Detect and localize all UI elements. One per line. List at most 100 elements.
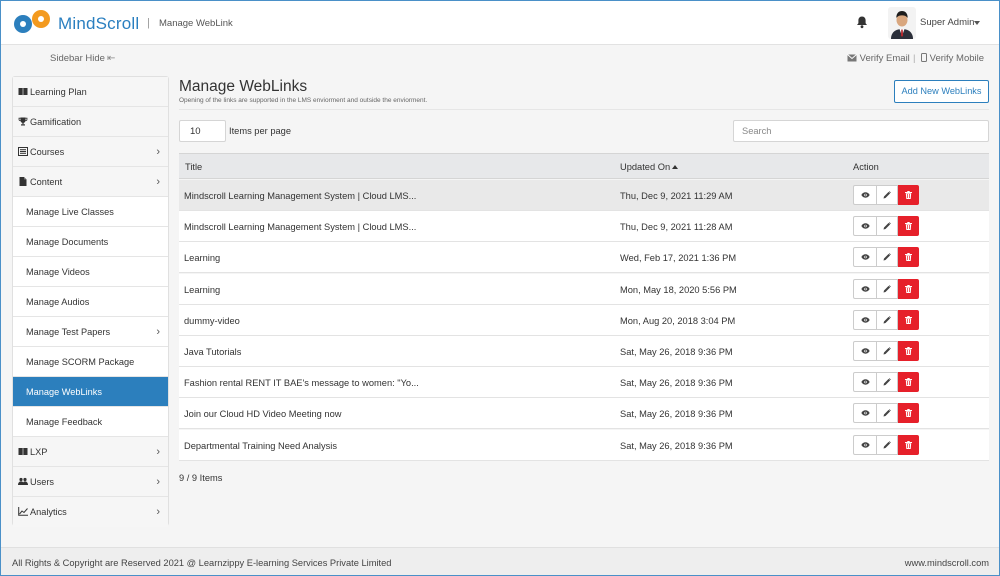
items-count: 9 / 9 Items (179, 473, 223, 483)
sidebar-item-content[interactable]: Content › (13, 167, 168, 197)
delete-button[interactable] (898, 247, 919, 268)
row-updated-on: Sat, May 26, 2018 9:36 PM (620, 409, 733, 420)
items-per-page-label: Items per page (229, 126, 292, 136)
eye-icon (860, 285, 870, 292)
column-action: Action (853, 162, 879, 172)
row-title: Learning (184, 253, 221, 264)
chevron-right-icon: › (156, 506, 160, 518)
sidebar-item-learning-plan[interactable]: Learning Plan (13, 77, 168, 107)
row-updated-on: Wed, Feb 17, 2021 1:36 PM (620, 253, 737, 264)
sidebar-item-manage-documents[interactable]: Manage Documents (13, 227, 168, 257)
site-link[interactable]: www.mindscroll.com (905, 558, 989, 568)
view-button[interactable] (853, 216, 877, 237)
delete-button[interactable] (898, 372, 919, 393)
sidebar-item-analytics[interactable]: Analytics › (13, 497, 168, 527)
column-updated-on[interactable]: Updated On (620, 162, 679, 172)
trophy-icon (18, 117, 28, 126)
delete-button[interactable] (898, 278, 919, 299)
edit-button[interactable] (877, 309, 898, 330)
sidebar-item-manage-weblinks[interactable]: Manage WebLinks (13, 377, 168, 407)
delete-button[interactable] (898, 434, 919, 455)
row-title: Java Tutorials (184, 347, 242, 357)
envelope-icon (847, 54, 857, 62)
eye-icon (860, 317, 870, 323)
delete-button[interactable] (898, 185, 919, 205)
edit-button[interactable] (877, 278, 898, 299)
view-button[interactable] (853, 434, 877, 455)
chevron-right-icon: › (156, 146, 160, 158)
view-button[interactable] (853, 309, 877, 330)
sidebar-item-lxp[interactable]: LXP › (13, 437, 168, 467)
pencil-icon (883, 222, 891, 230)
top-bar: MindScroll | Manage WebLink Super Admin (1, 1, 999, 45)
sort-ascending-icon (672, 165, 679, 169)
pencil-icon (883, 253, 891, 261)
row-actions (853, 216, 919, 237)
table-row: Join our Cloud HD Video Meeting now Sat, … (179, 398, 989, 430)
list-icon (18, 147, 28, 156)
edit-button[interactable] (877, 372, 898, 393)
row-title: Join our Cloud HD Video Meeting now (184, 409, 342, 420)
edit-button[interactable] (877, 341, 898, 361)
avatar[interactable] (888, 7, 916, 39)
edit-button[interactable] (877, 247, 898, 268)
edit-button[interactable] (877, 403, 898, 424)
items-per-page-input[interactable]: 10 (179, 120, 226, 142)
verify-mobile-link[interactable]: Verify Mobile (921, 53, 984, 64)
table-row: Fashion rental RENT IT BAE's message to … (179, 367, 989, 399)
edit-button[interactable] (877, 434, 898, 455)
verify-email-link[interactable]: Verify Email (847, 53, 910, 64)
row-updated-on: Mon, May 18, 2020 5:56 PM (620, 284, 737, 295)
view-button[interactable] (853, 403, 877, 424)
eye-icon (860, 192, 870, 198)
book-icon (18, 448, 28, 456)
edit-button[interactable] (877, 216, 898, 237)
sidebar-hide-toggle[interactable]: Sidebar Hide (50, 53, 105, 64)
pencil-icon (883, 284, 891, 293)
header-separator: | (147, 17, 150, 29)
row-updated-on: Sat, May 26, 2018 9:36 PM (620, 347, 733, 357)
sidebar-item-gamification[interactable]: Gamification (13, 107, 168, 137)
collapse-left-icon[interactable]: ⇤ (107, 53, 115, 64)
delete-button[interactable] (898, 341, 919, 361)
row-actions (853, 372, 919, 393)
add-weblink-button[interactable]: Add New WebLinks (894, 80, 989, 103)
brand-name[interactable]: MindScroll (58, 14, 139, 34)
view-button[interactable] (853, 247, 877, 268)
trash-icon (905, 315, 912, 324)
sidebar-item-manage-live-classes[interactable]: Manage Live Classes (13, 197, 168, 227)
bell-icon[interactable] (855, 15, 869, 29)
chart-icon (18, 507, 28, 516)
table-row: Mindscroll Learning Management System | … (179, 211, 989, 243)
user-menu[interactable]: Super Admin (920, 17, 974, 28)
sidebar-item-manage-audios[interactable]: Manage Audios (13, 287, 168, 317)
trash-icon (905, 222, 912, 231)
sidebar-item-courses[interactable]: Courses › (13, 137, 168, 167)
sidebar-item-manage-feedback[interactable]: Manage Feedback (13, 407, 168, 437)
mindscroll-logo[interactable] (13, 9, 53, 35)
sidebar-item-label: Manage Live Classes (26, 207, 114, 217)
row-title: Departmental Training Need Analysis (184, 440, 337, 451)
chevron-down-icon[interactable] (974, 21, 980, 25)
delete-button[interactable] (898, 309, 919, 330)
table-row: Java Tutorials Sat, May 26, 2018 9:36 PM (179, 336, 989, 367)
sidebar-item-manage-scorm-package[interactable]: Manage SCORM Package (13, 347, 168, 377)
view-button[interactable] (853, 341, 877, 361)
view-button[interactable] (853, 278, 877, 299)
sidebar-item-label: Manage SCORM Package (26, 357, 135, 367)
sidebar-item-label: Analytics (30, 507, 67, 517)
row-title: Mindscroll Learning Management System | … (184, 222, 417, 233)
sidebar: Learning Plan Gamification Courses › Con… (12, 76, 169, 527)
view-button[interactable] (853, 372, 877, 393)
sidebar-item-manage-videos[interactable]: Manage Videos (13, 257, 168, 287)
pencil-icon (883, 440, 891, 449)
sidebar-item-manage-test-papers[interactable]: Manage Test Papers › (13, 317, 168, 347)
delete-button[interactable] (898, 403, 919, 424)
column-title[interactable]: Title (185, 162, 202, 172)
delete-button[interactable] (898, 216, 919, 237)
edit-button[interactable] (877, 185, 898, 205)
pencil-icon (883, 409, 891, 417)
sidebar-item-users[interactable]: Users › (13, 467, 168, 497)
search-input[interactable] (733, 120, 989, 142)
view-button[interactable] (853, 185, 877, 205)
